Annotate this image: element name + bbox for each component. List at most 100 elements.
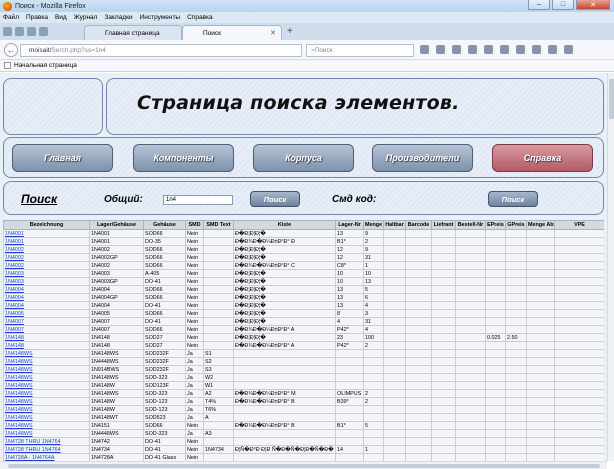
minimize-button[interactable]: – bbox=[528, 0, 550, 10]
table-cell: 100 bbox=[363, 333, 384, 342]
table-cell bbox=[405, 325, 432, 334]
new-tab-button[interactable]: + bbox=[287, 26, 293, 37]
table-cell bbox=[233, 413, 336, 422]
part-link[interactable]: 1N4007 bbox=[3, 317, 90, 326]
table-cell: Ð�Ð¦Ð¦Ð¦� bbox=[233, 253, 336, 262]
part-link[interactable]: 1N4004 bbox=[3, 285, 90, 294]
tab-home[interactable]: Главная страница bbox=[84, 25, 182, 40]
table-cell bbox=[431, 341, 456, 350]
vertical-scrollbar[interactable] bbox=[607, 73, 614, 461]
table-cell: 1N4148 bbox=[89, 333, 144, 342]
table-cell bbox=[505, 285, 527, 294]
part-link[interactable]: 1N4002 bbox=[3, 245, 90, 254]
star-icon[interactable] bbox=[436, 45, 445, 54]
table-cell: A3 bbox=[203, 429, 234, 438]
tab-search[interactable]: Поиск ✕ bbox=[182, 25, 282, 40]
part-link[interactable]: 1N4003 bbox=[3, 269, 90, 278]
menu-view[interactable]: Вид bbox=[55, 14, 67, 21]
part-link[interactable]: 1N4728 THRU 1N4764 bbox=[3, 437, 90, 446]
part-link[interactable]: 1N4148 bbox=[3, 333, 90, 342]
table-cell: 2 bbox=[363, 389, 384, 398]
menu-help[interactable]: Справка bbox=[187, 14, 213, 21]
part-link[interactable]: 1N4148WS bbox=[3, 429, 90, 438]
table-cell: Ja bbox=[185, 397, 204, 406]
general-search-button[interactable]: Поиск bbox=[250, 191, 300, 207]
part-link[interactable]: 1N4002 bbox=[3, 253, 90, 262]
table-cell bbox=[383, 445, 406, 454]
table-cell bbox=[383, 413, 406, 422]
part-link[interactable]: 1N4007 bbox=[3, 325, 90, 334]
back-button[interactable]: ← bbox=[4, 43, 18, 57]
table-row: 1N4004 1N4004 DO-41 Nein Ð�Ð¦Ð¦Ð¦� 13 4 bbox=[3, 301, 604, 310]
table-cell: Nein bbox=[185, 229, 204, 238]
printer-icon[interactable] bbox=[27, 27, 36, 36]
browser-search-input[interactable]: ⌕ Поиск bbox=[306, 44, 414, 57]
nav-packages-button[interactable]: Корпуса bbox=[253, 144, 354, 172]
table-cell bbox=[505, 373, 527, 382]
part-link[interactable]: 1N4148WS bbox=[3, 405, 90, 414]
part-link[interactable]: 1N4003 bbox=[3, 277, 90, 286]
part-link[interactable]: 1N4148WS bbox=[3, 365, 90, 374]
pocket-icon[interactable] bbox=[500, 45, 509, 54]
extension-icon[interactable] bbox=[516, 45, 525, 54]
addon-icon[interactable] bbox=[420, 45, 429, 54]
part-link[interactable]: 1N4148WS bbox=[3, 421, 90, 430]
maximize-button[interactable]: □ bbox=[552, 0, 574, 10]
table-row: 1N4728 THRU 1N4764 1N4742 DO-41 Nein bbox=[3, 437, 604, 446]
table-cell bbox=[485, 261, 506, 270]
table-cell: Ð�Ð¾Ð�Ð¼Ð±Ð°Ð° Ð bbox=[233, 237, 336, 246]
part-link[interactable]: 1N4004 bbox=[3, 301, 90, 310]
part-link[interactable]: 1N4728A - 1N4764A bbox=[3, 453, 90, 461]
column-header: Liefrant bbox=[431, 220, 456, 230]
part-link[interactable]: 1N4148WS bbox=[3, 373, 90, 382]
bookmark-home-page[interactable]: Начальная страница bbox=[14, 62, 77, 69]
grid-icon[interactable] bbox=[3, 27, 12, 36]
part-link[interactable]: 1N4002 bbox=[3, 261, 90, 270]
nav-help-button[interactable]: Справка bbox=[492, 144, 593, 172]
part-link[interactable]: 1N4148WS bbox=[3, 413, 90, 422]
translate-icon[interactable] bbox=[532, 45, 541, 54]
close-button[interactable]: ✕ bbox=[576, 0, 610, 10]
part-link[interactable]: 1N4005 bbox=[3, 309, 90, 318]
table-cell bbox=[383, 437, 406, 446]
download-icon[interactable] bbox=[468, 45, 477, 54]
gear-icon[interactable] bbox=[15, 27, 24, 36]
menu-bookmarks[interactable]: Закладки bbox=[104, 14, 132, 21]
part-link[interactable]: 1N4148 bbox=[3, 341, 90, 350]
table-cell bbox=[455, 397, 486, 406]
scroll-thumb[interactable] bbox=[609, 79, 614, 119]
nav-home-button[interactable]: Главная bbox=[12, 144, 113, 172]
bookmarks-list-icon[interactable] bbox=[452, 45, 461, 54]
table-cell: SOD66 bbox=[143, 309, 186, 318]
part-link[interactable]: 1N4148WS bbox=[3, 357, 90, 366]
part-link[interactable]: 1N4004 bbox=[3, 293, 90, 302]
part-link[interactable]: 1N4001 bbox=[3, 237, 90, 246]
menu-tools[interactable]: Инструменты bbox=[140, 14, 181, 21]
menu-history[interactable]: Журнал bbox=[74, 14, 98, 21]
general-search-input[interactable]: 1n4 bbox=[163, 195, 233, 205]
menu-icon[interactable] bbox=[564, 45, 573, 54]
table-cell bbox=[363, 381, 384, 390]
close-tab-icon[interactable]: ✕ bbox=[270, 29, 276, 37]
table-cell: 2 bbox=[363, 397, 384, 406]
part-link[interactable]: 1N4148WS bbox=[3, 349, 90, 358]
part-link[interactable]: 1N4728 THRU 1N4764 bbox=[3, 445, 90, 454]
part-link[interactable]: 1N4148WS bbox=[3, 381, 90, 390]
nav-manufacturers-button[interactable]: Производители bbox=[372, 144, 473, 172]
part-link[interactable]: 1N4001 bbox=[3, 229, 90, 238]
table-cell bbox=[455, 357, 486, 366]
table-cell bbox=[383, 349, 406, 358]
part-link[interactable]: 1N4148WS bbox=[3, 397, 90, 406]
menu-file[interactable]: Файл bbox=[3, 14, 19, 21]
search-icon[interactable] bbox=[39, 27, 48, 36]
user-icon[interactable] bbox=[548, 45, 557, 54]
table-cell bbox=[554, 437, 604, 446]
part-link[interactable]: 1N4148WS bbox=[3, 389, 90, 398]
horizontal-scrollbar[interactable] bbox=[0, 461, 607, 469]
home-icon[interactable] bbox=[484, 45, 493, 54]
nav-components-button[interactable]: Компоненты bbox=[133, 144, 234, 172]
url-bar[interactable]: moisait/Serch.php?ss=1n4 bbox=[20, 44, 302, 57]
scroll-thumb[interactable] bbox=[8, 464, 600, 468]
smd-search-button[interactable]: Поиск bbox=[488, 191, 538, 207]
menu-edit[interactable]: Правка bbox=[26, 14, 48, 21]
